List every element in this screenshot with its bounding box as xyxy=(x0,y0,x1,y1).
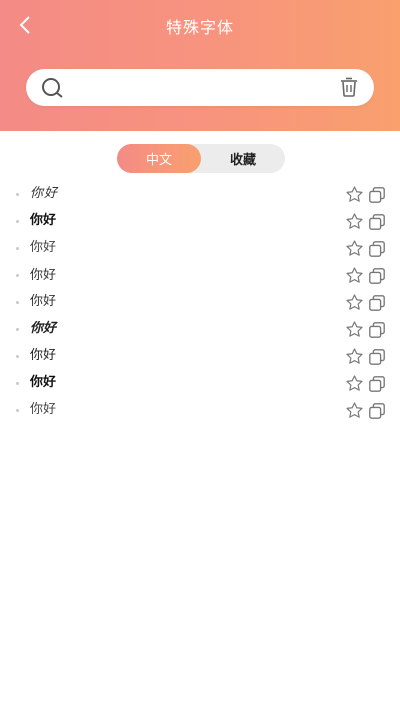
list-item[interactable]: 你好 xyxy=(0,397,400,424)
tab-switcher: 中文 收藏 xyxy=(117,144,285,173)
bullet-dot xyxy=(16,301,19,304)
star-icon[interactable] xyxy=(345,347,364,366)
font-preview-text: 你好 xyxy=(30,294,57,309)
bullet-dot xyxy=(16,328,19,331)
tab-chinese[interactable]: 中文 xyxy=(117,144,201,173)
star-icon[interactable] xyxy=(345,185,364,204)
bullet-dot xyxy=(16,355,19,358)
star-icon[interactable] xyxy=(345,266,364,285)
search-input[interactable] xyxy=(72,75,332,100)
font-preview-text: 你好 xyxy=(30,213,57,228)
tab-favorites[interactable]: 收藏 xyxy=(201,144,285,173)
search-icon xyxy=(42,78,63,98)
list-item[interactable]: 你好 xyxy=(0,208,400,235)
copy-icon[interactable] xyxy=(368,213,386,231)
list-item[interactable]: 你好 xyxy=(0,289,400,316)
list-item[interactable]: 你好 xyxy=(0,343,400,370)
copy-icon[interactable] xyxy=(368,240,386,258)
copy-icon[interactable] xyxy=(368,294,386,312)
search-bar[interactable] xyxy=(26,69,374,106)
page-title: 特殊字体 xyxy=(165,18,234,37)
copy-icon[interactable] xyxy=(368,267,386,285)
list-item[interactable]: 你好 xyxy=(0,262,400,289)
list-item[interactable]: 你好 xyxy=(0,181,400,208)
font-preview-text: 你好 xyxy=(30,186,59,201)
star-icon[interactable] xyxy=(345,401,364,420)
bullet-dot xyxy=(16,409,19,412)
bullet-dot xyxy=(16,193,19,196)
font-preview-text: 你好 xyxy=(30,240,57,255)
bullet-dot xyxy=(16,247,19,250)
star-icon[interactable] xyxy=(345,212,364,231)
bullet-dot xyxy=(16,274,19,277)
font-preview-text: 你好 xyxy=(30,267,57,282)
copy-icon[interactable] xyxy=(368,321,386,339)
copy-icon[interactable] xyxy=(368,402,386,420)
font-preview-text: 你好 xyxy=(30,348,57,363)
list-item[interactable]: 你好 xyxy=(0,316,400,343)
copy-icon[interactable] xyxy=(368,186,386,204)
copy-icon[interactable] xyxy=(368,375,386,393)
font-list: 你好 你好 你好 你好 你好 你好 你好 你好 你好 xyxy=(0,181,400,424)
font-preview-text: 你好 xyxy=(30,375,57,390)
list-item[interactable]: 你好 xyxy=(0,235,400,262)
bullet-dot xyxy=(16,382,19,385)
copy-icon[interactable] xyxy=(368,348,386,366)
star-icon[interactable] xyxy=(345,374,364,393)
header-bar: 特殊字体 xyxy=(0,0,400,131)
font-preview-text: 你好 xyxy=(30,402,57,417)
star-icon[interactable] xyxy=(345,320,364,339)
star-icon[interactable] xyxy=(345,293,364,312)
trash-icon[interactable] xyxy=(338,76,360,98)
list-item[interactable]: 你好 xyxy=(0,370,400,397)
font-preview-text: 你好 xyxy=(30,321,57,336)
star-icon[interactable] xyxy=(345,239,364,258)
bullet-dot xyxy=(16,220,19,223)
